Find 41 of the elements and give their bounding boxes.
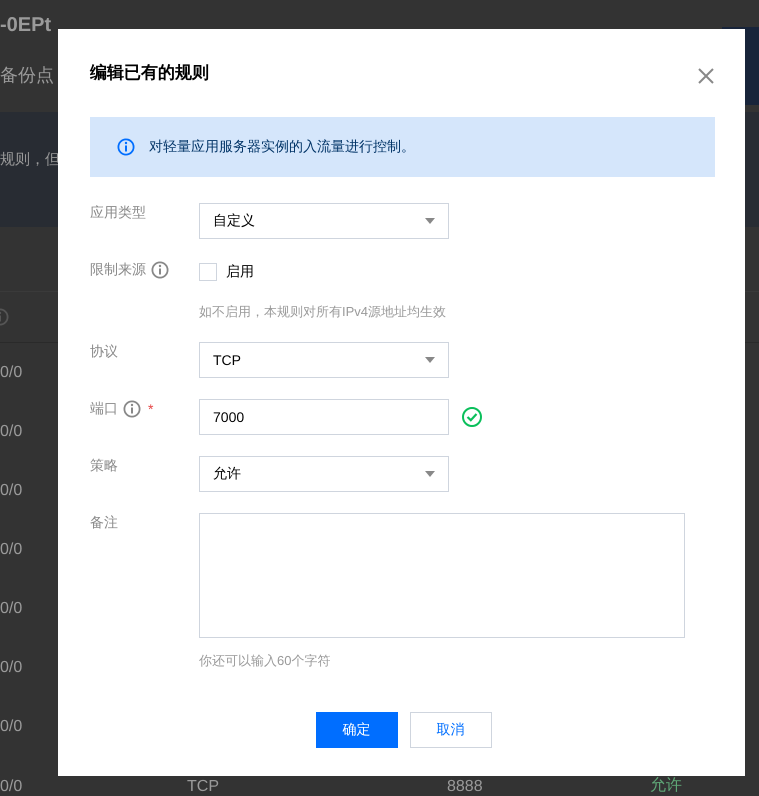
dropdown[interactable]: 允许 <box>199 456 449 492</box>
hint-text: 如不启用，本规则对所有IPv4源地址均生效 <box>199 303 446 321</box>
dialog-title: 编辑已有的规则 <box>90 62 209 84</box>
checkbox[interactable] <box>199 263 217 281</box>
field-label: 备注 <box>90 514 118 532</box>
page-subtitle: 备份点 <box>0 64 54 87</box>
table-cell-text: 0/0 <box>0 718 24 736</box>
table-cell-text: 允许 <box>650 776 683 796</box>
field-label: 协议 <box>90 343 118 361</box>
table-cell-text: 0/0 <box>0 600 24 618</box>
field-label: 策略 <box>90 457 118 475</box>
caret-icon <box>425 218 435 224</box>
info-icon <box>151 261 169 279</box>
table-cell-text: 8888 <box>447 778 484 796</box>
field-label: 端口 <box>90 400 118 418</box>
caret-icon <box>425 357 435 363</box>
cancel-button[interactable]: 取消 <box>410 712 492 748</box>
text-area[interactable] <box>199 513 685 638</box>
field-label: 应用类型 <box>90 204 146 222</box>
confirm-button[interactable]: 确定 <box>316 712 398 748</box>
info-icon <box>117 138 135 156</box>
dropdown[interactable]: TCP <box>199 342 449 378</box>
table-cell-text: 0/0 <box>0 482 24 500</box>
dropdown[interactable]: 自定义 <box>199 203 449 239</box>
checkbox-label[interactable]: 启用 <box>226 263 254 281</box>
field-label: 限制来源 <box>90 261 146 279</box>
info-text: 对轻量应用服务器实例的入流量进行控制。 <box>149 138 415 156</box>
caret-icon <box>425 471 435 477</box>
table-cell-text: 0/0 <box>0 778 24 796</box>
close-icon[interactable] <box>697 67 715 85</box>
table-cell-text: 0/0 <box>0 658 24 676</box>
input-field[interactable]: 7000 <box>199 399 449 435</box>
info-icon <box>123 400 141 418</box>
required-mark: * <box>148 401 154 417</box>
table-cell-text: 0/0 <box>0 540 24 558</box>
hint-text: 你还可以输入60个字符 <box>199 652 332 670</box>
table-cell-text: 0/0 <box>0 422 24 440</box>
notice-text: 规则，但 <box>0 150 60 169</box>
table-cell-text: TCP <box>187 778 220 796</box>
table-cell-text: 0/0 <box>0 364 24 382</box>
page-title: -0EPt <box>0 14 52 36</box>
